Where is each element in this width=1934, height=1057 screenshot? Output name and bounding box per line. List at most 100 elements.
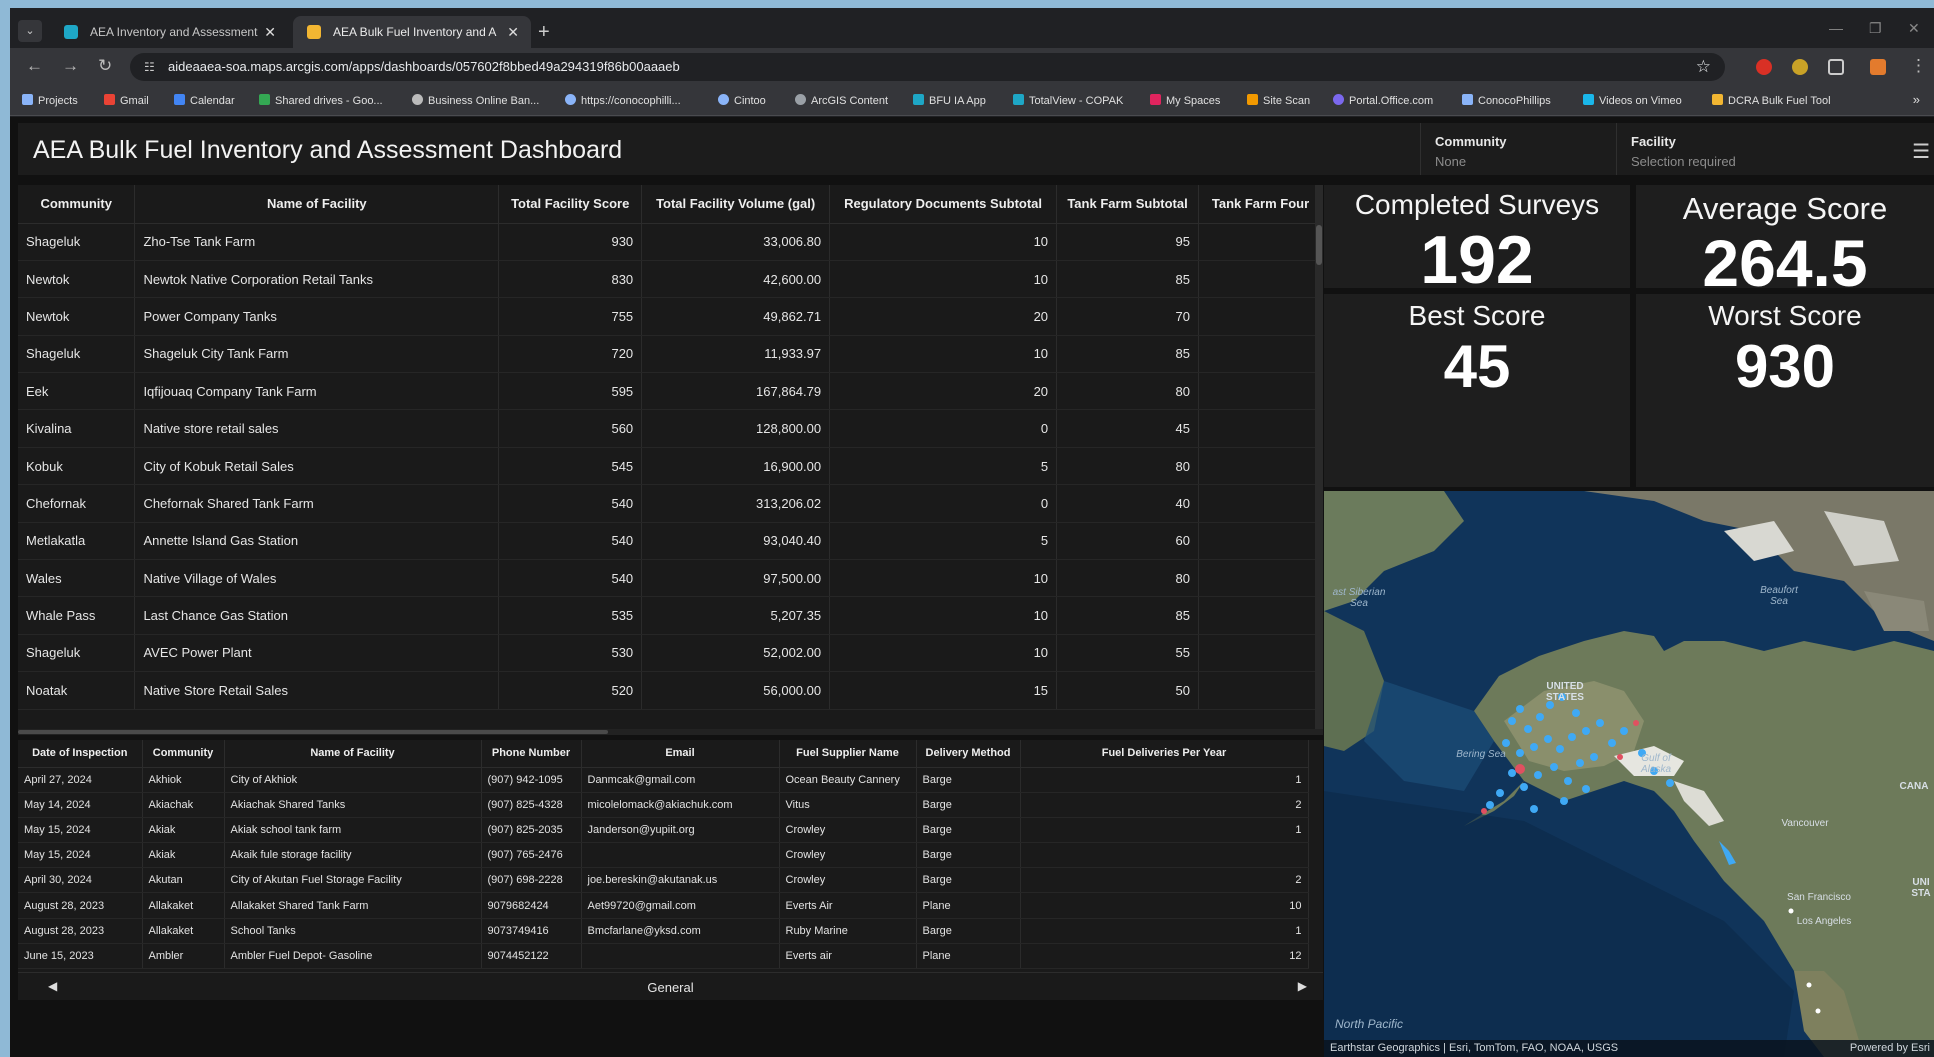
scroll-thumb[interactable] <box>1316 225 1322 265</box>
table-row[interactable]: Metlakatla Annette Island Gas Station 540 9… <box>18 522 1323 561</box>
column-header[interactable]: Name of Facility <box>134 185 500 224</box>
profile-extension-icon[interactable] <box>1870 59 1886 75</box>
table-row[interactable]: August 28, 2023 Allakaket Allakaket Shared… <box>18 892 1309 919</box>
column-header[interactable]: Total Facility Score <box>498 185 643 224</box>
table-row[interactable]: April 27, 2024 Akhiok City of Akhiok (907) … <box>18 767 1309 793</box>
table-row[interactable]: May 15, 2024 Akiak Akaik fule storage faci… <box>18 842 1309 869</box>
bookmark-totalview[interactable]: TotalView - COPAK <box>1013 94 1123 107</box>
restore-icon[interactable]: ❐ <box>1869 20 1882 37</box>
bookmark-calendar[interactable]: Calendar <box>174 94 235 107</box>
table-row[interactable]: June 15, 2023 Ambler Ambler Fuel Depot- Ga… <box>18 943 1309 970</box>
projects-icon <box>22 94 33 105</box>
extension-icon[interactable] <box>1792 59 1808 75</box>
inspection-table-panel: Date of Inspection Community Name of Facil… <box>18 740 1323 972</box>
reload-icon[interactable]: ↻ <box>98 57 112 75</box>
ublock-extension-icon[interactable] <box>1756 59 1772 75</box>
table-row[interactable]: Noatak Native Store Retail Sales 520 56,000… <box>18 671 1323 710</box>
column-header[interactable]: Fuel Deliveries Per Year <box>1020 740 1309 768</box>
tab-strip: ⌄ AEA Inventory and Assessment ✕ AEA Bul… <box>10 8 1934 48</box>
table-cell: Zho-Tse Tank Farm <box>134 223 500 261</box>
powered-by-esri[interactable]: Powered by Esri <box>1850 1040 1930 1057</box>
tab-aea-inventory[interactable]: AEA Inventory and Assessment ✕ <box>50 16 288 48</box>
column-header[interactable]: Tank Farm Four <box>1198 185 1323 224</box>
facility-selector-value[interactable]: Selection required <box>1631 154 1736 169</box>
table-cell: 20 <box>829 372 1058 411</box>
bookmark-cintoo[interactable]: Cintoo <box>718 94 766 107</box>
column-header[interactable]: Email <box>581 740 780 768</box>
scroll-thumb[interactable] <box>18 730 608 734</box>
table-row[interactable]: August 28, 2023 Allakaket School Tanks 9073… <box>18 918 1309 944</box>
table-cell: 720 <box>498 335 643 374</box>
table-row[interactable]: May 15, 2024 Akiak Akiak school tank farm(… <box>18 817 1309 844</box>
facility-table-vertical-scrollbar[interactable] <box>1315 185 1323 735</box>
map-label-north-pacific: North Pacific <box>1334 1017 1404 1031</box>
bookmark-portal-office[interactable]: Portal.Office.com <box>1333 94 1433 107</box>
bookmark-vimeo[interactable]: Videos on Vimeo <box>1583 94 1682 107</box>
office-icon <box>1333 94 1344 105</box>
table-cell: 95 <box>1056 223 1199 261</box>
community-selector[interactable]: Community None <box>1420 123 1616 175</box>
close-tab-icon[interactable]: ✕ <box>264 16 276 48</box>
next-page-icon[interactable]: ▶ <box>1298 979 1307 993</box>
column-header[interactable]: Tank Farm Subtotal <box>1056 185 1199 224</box>
column-header[interactable]: Community <box>142 740 225 768</box>
bookmark-star-icon[interactable]: ☆ <box>1696 57 1711 77</box>
bookmark-business-banking[interactable]: Business Online Ban... <box>412 94 539 107</box>
table-row[interactable]: Chefornak Chefornak Shared Tank Farm 540 31… <box>18 484 1323 523</box>
bookmark-conocophillips-link[interactable]: https://conocophilli... <box>565 94 681 107</box>
calendar-icon <box>174 94 185 105</box>
column-header[interactable]: Regulatory Documents Subtotal <box>829 185 1058 224</box>
url-text[interactable]: aideaaea-soa.maps.arcgis.com/apps/dashbo… <box>168 59 680 74</box>
table-row[interactable]: May 14, 2024 Akiachak Akiachak Shared Tank… <box>18 792 1309 818</box>
forward-icon[interactable]: → <box>62 57 79 75</box>
close-window-icon[interactable]: ✕ <box>1908 20 1920 37</box>
bookmark-dcra-bulk-fuel[interactable]: DCRA Bulk Fuel Tool <box>1712 94 1831 107</box>
table-row[interactable]: Kobuk City of Kobuk Retail Sales 545 16,900… <box>18 447 1323 486</box>
column-header[interactable]: Date of Inspection <box>18 740 143 768</box>
table-row[interactable]: Kivalina Native store retail sales 560 128,… <box>18 409 1323 448</box>
bookmark-shared-drives[interactable]: Shared drives - Goo... <box>259 94 383 107</box>
cintoo-icon <box>718 94 729 105</box>
tab-aea-bulk-fuel[interactable]: AEA Bulk Fuel Inventory and A ✕ <box>293 16 531 48</box>
table-row[interactable]: April 30, 2024 Akutan City of Akutan Fuel … <box>18 867 1309 894</box>
column-header[interactable]: Name of Facility <box>224 740 482 768</box>
table-row[interactable]: Shageluk AVEC Power Plant 530 52,002.00 10 55 <box>18 634 1323 673</box>
minimize-icon[interactable]: — <box>1829 20 1843 36</box>
table-row[interactable]: Wales Native Village of Wales 540 97,500.00… <box>18 559 1323 598</box>
close-tab-icon[interactable]: ✕ <box>507 16 519 48</box>
table-row[interactable]: Shageluk Zho-Tse Tank Farm 930 33,006.80 10 9… <box>18 223 1323 261</box>
facility-selector[interactable]: Facility Selection required <box>1616 123 1882 175</box>
new-tab-button[interactable]: + <box>538 22 550 42</box>
address-bar[interactable]: ☷ aideaaea-soa.maps.arcgis.com/apps/dash… <box>130 53 1725 81</box>
table-row[interactable]: Newtok Newtok Native Corporation Retail T… <box>18 260 1323 299</box>
map-label-united-states: UNITED STATES <box>1546 681 1584 703</box>
extensions-puzzle-icon[interactable] <box>1828 59 1844 75</box>
table-row[interactable]: Eek Iqfijouaq Company Tank Farm 595 167,864… <box>18 372 1323 411</box>
menu-icon[interactable]: ☰ <box>1912 139 1930 164</box>
column-header[interactable]: Phone Number <box>481 740 582 768</box>
tab-search-button[interactable]: ⌄ <box>18 20 42 42</box>
table-cell: Aet99720@gmail.com <box>581 892 780 919</box>
bookmark-bfu-ia-app[interactable]: BFU IA App <box>913 94 986 107</box>
column-header[interactable]: Total Facility Volume (gal) <box>641 185 831 224</box>
back-icon[interactable]: ← <box>26 57 43 75</box>
bookmark-my-spaces[interactable]: My Spaces <box>1150 94 1220 107</box>
bookmark-site-scan[interactable]: Site Scan <box>1247 94 1310 107</box>
column-header[interactable]: Fuel Supplier Name <box>779 740 917 768</box>
bookmark-arcgis-content[interactable]: ArcGIS Content <box>795 94 888 107</box>
table-row[interactable]: Whale Pass Last Chance Gas Station 535 5,20… <box>18 596 1323 635</box>
facility-map[interactable]: ast Siberian Sea Beaufort Sea UNITED STA… <box>1324 491 1934 1057</box>
bookmark-conocophillips[interactable]: ConocoPhillips <box>1462 94 1551 107</box>
bookmark-gmail[interactable]: Gmail <box>104 94 149 107</box>
table-row[interactable]: Shageluk Shageluk City Tank Farm 720 11,933… <box>18 335 1323 374</box>
column-header[interactable]: Delivery Method <box>916 740 1021 768</box>
map-label-bering-sea: Bering Sea <box>1456 749 1506 760</box>
browser-menu-icon[interactable]: ⋮ <box>1910 57 1927 75</box>
community-selector-value[interactable]: None <box>1435 154 1466 169</box>
facility-table-horizontal-scrollbar[interactable] <box>18 729 1323 735</box>
bookmark-projects[interactable]: Projects <box>22 94 78 107</box>
table-row[interactable]: Newtok Power Company Tanks 755 49,862.71 20 7… <box>18 297 1323 336</box>
site-info-icon[interactable]: ☷ <box>144 60 155 74</box>
column-header[interactable]: Community <box>18 185 136 224</box>
more-bookmarks-icon[interactable]: » <box>1913 92 1920 107</box>
